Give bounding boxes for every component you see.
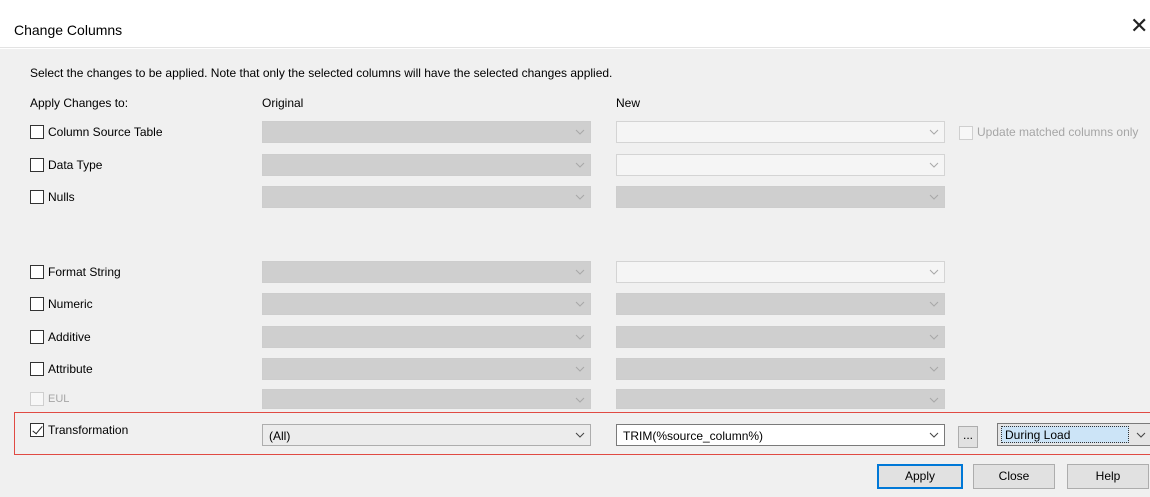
close-icon[interactable]: ✕ (1130, 15, 1150, 39)
attribute-original-select[interactable] (262, 358, 591, 380)
load-timing-value: During Load (1005, 428, 1071, 442)
column-source-table-original-select[interactable] (262, 121, 591, 143)
update-matched-columns-label: Update matched columns only (977, 125, 1139, 139)
chevron-down-icon (927, 190, 941, 204)
data-type-new-select[interactable] (616, 154, 945, 176)
window-title: Change Columns (14, 22, 123, 38)
numeric-new-select[interactable] (616, 293, 945, 315)
apply-changes-header: Apply Changes to: (30, 96, 129, 110)
update-matched-columns-checkbox[interactable] (959, 126, 973, 140)
nulls-label: Nulls (48, 190, 75, 204)
transformation-checkbox[interactable] (30, 423, 44, 437)
format-string-original-select[interactable] (262, 261, 591, 283)
transformation-original-value: (All) (269, 429, 291, 443)
column-source-table-label: Column Source Table (48, 125, 163, 139)
additive-checkbox[interactable] (30, 330, 44, 344)
chevron-down-icon (1134, 428, 1148, 442)
chevron-down-icon (927, 428, 941, 442)
chevron-down-icon (573, 428, 587, 442)
chevron-down-icon (927, 125, 941, 139)
chevron-down-icon (927, 393, 941, 407)
eul-original-select[interactable] (262, 389, 591, 409)
additive-label: Additive (48, 330, 91, 344)
numeric-original-select[interactable] (262, 293, 591, 315)
apply-button[interactable]: Apply (877, 464, 963, 489)
ellipsis-button[interactable]: ... (958, 426, 978, 448)
chevron-down-icon (927, 265, 941, 279)
additive-original-select[interactable] (262, 326, 591, 348)
nulls-checkbox[interactable] (30, 190, 44, 204)
transformation-original-select[interactable]: (All) (262, 424, 591, 446)
transformation-new-input[interactable]: TRIM(%source_column%) (616, 424, 945, 446)
eul-new-select[interactable] (616, 389, 945, 409)
format-string-label: Format String (48, 265, 121, 279)
chevron-down-icon (573, 265, 587, 279)
format-string-new-select[interactable] (616, 261, 945, 283)
chevron-down-icon (927, 158, 941, 172)
chevron-down-icon (573, 330, 587, 344)
data-type-label: Data Type (48, 158, 103, 172)
chevron-down-icon (927, 362, 941, 376)
column-source-table-checkbox[interactable] (30, 125, 44, 139)
data-type-checkbox[interactable] (30, 158, 44, 172)
eul-checkbox[interactable] (30, 392, 44, 406)
help-button[interactable]: Help (1067, 464, 1149, 489)
attribute-label: Attribute (48, 362, 93, 376)
chevron-down-icon (927, 297, 941, 311)
original-header: Original (262, 96, 304, 110)
eul-label: EUL (48, 393, 70, 405)
chevron-down-icon (573, 297, 587, 311)
column-source-table-new-select[interactable] (616, 121, 945, 143)
chevron-down-icon (573, 125, 587, 139)
numeric-label: Numeric (48, 297, 93, 311)
load-timing-select[interactable]: During Load (997, 423, 1150, 446)
nulls-new-select[interactable] (616, 186, 945, 208)
nulls-original-select[interactable] (262, 186, 591, 208)
format-string-checkbox[interactable] (30, 265, 44, 279)
chevron-down-icon (573, 362, 587, 376)
new-header: New (616, 96, 641, 110)
instructions-text: Select the changes to be applied. Note t… (30, 66, 613, 80)
transformation-label: Transformation (48, 423, 129, 437)
chevron-down-icon (573, 393, 587, 407)
numeric-checkbox[interactable] (30, 297, 44, 311)
chevron-down-icon (573, 190, 587, 204)
data-type-original-select[interactable] (262, 154, 591, 176)
chevron-down-icon (927, 330, 941, 344)
close-button[interactable]: Close (973, 464, 1055, 489)
chevron-down-icon (573, 158, 587, 172)
additive-new-select[interactable] (616, 326, 945, 348)
title-bar: Change Columns ✕ (0, 0, 1150, 48)
attribute-new-select[interactable] (616, 358, 945, 380)
transformation-new-value: TRIM(%source_column%) (623, 429, 764, 443)
attribute-checkbox[interactable] (30, 362, 44, 376)
